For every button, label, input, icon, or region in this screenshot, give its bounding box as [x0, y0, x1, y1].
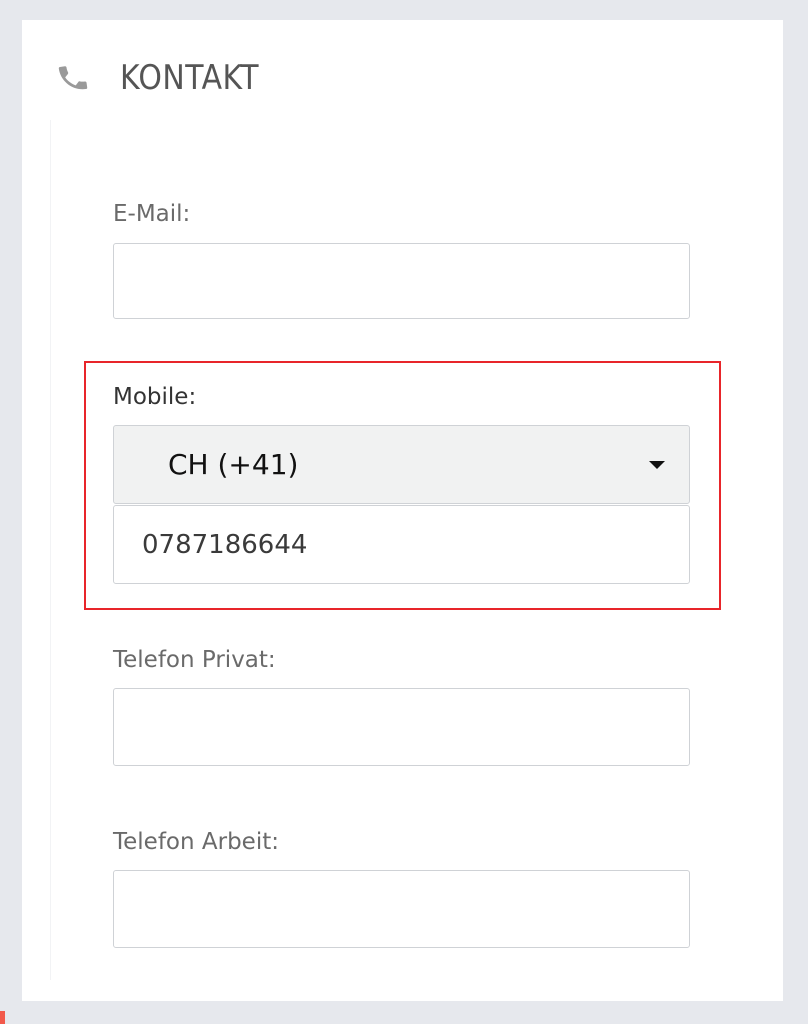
country-code-value: CH (+41)	[168, 448, 299, 481]
section-header: KONTAKT	[56, 56, 278, 100]
telefon-arbeit-field[interactable]	[113, 870, 690, 948]
email-field[interactable]	[113, 243, 690, 319]
mobile-label: Mobile:	[113, 384, 197, 410]
phone-icon	[56, 61, 90, 95]
divider	[50, 120, 51, 980]
telefon-arbeit-label: Telefon Arbeit:	[113, 829, 279, 855]
page-title: KONTAKT	[120, 58, 259, 98]
country-code-select[interactable]: CH (+41)	[113, 425, 690, 504]
telefon-privat-field[interactable]	[113, 688, 690, 766]
chevron-down-icon	[649, 460, 665, 469]
email-label: E-Mail:	[113, 201, 191, 227]
mobile-number-field[interactable]	[113, 505, 690, 584]
edge-marker	[0, 1011, 5, 1024]
telefon-privat-label: Telefon Privat:	[113, 647, 276, 673]
